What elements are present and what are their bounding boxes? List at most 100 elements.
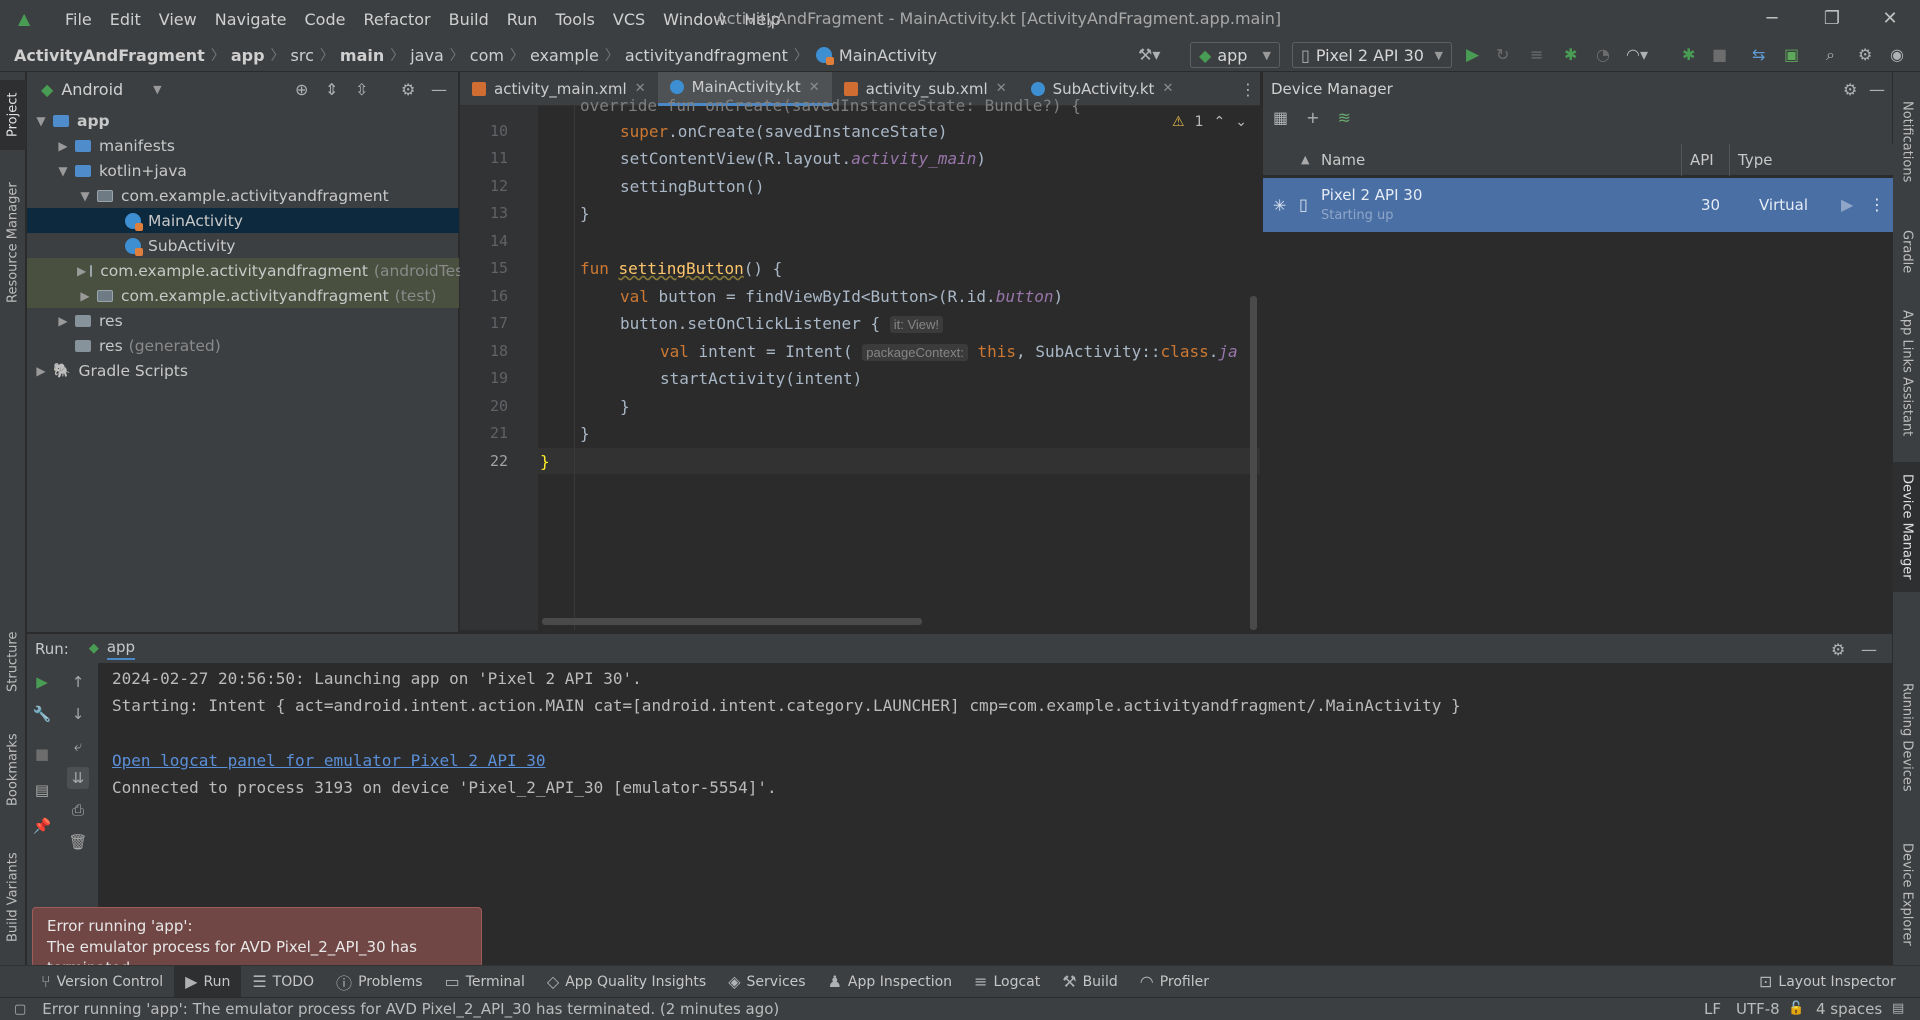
- memory-indicator-icon[interactable]: ▤: [1892, 1001, 1904, 1016]
- menu-view[interactable]: View: [150, 10, 206, 29]
- hide-panel-icon[interactable]: —: [1869, 80, 1885, 99]
- gradle-sync-icon[interactable]: ⇆: [1752, 45, 1765, 64]
- chevron-down-icon[interactable]: ▼: [55, 164, 71, 178]
- tool-tab-device-explorer[interactable]: Device Explorer: [1893, 834, 1920, 954]
- indent-setting[interactable]: 4 spaces: [1816, 1000, 1882, 1018]
- apply-changes-icon[interactable]: ↻: [1496, 45, 1509, 64]
- settings-gear-icon[interactable]: ⚙: [1858, 45, 1872, 64]
- breadcrumb-item[interactable]: example: [530, 46, 599, 65]
- close-tab-icon[interactable]: ✕: [996, 81, 1007, 96]
- attach-debugger-icon[interactable]: ✱: [1682, 45, 1695, 64]
- expand-all-icon[interactable]: ⇕: [325, 80, 338, 99]
- tool-tab-terminal[interactable]: ▭ Terminal: [434, 966, 536, 998]
- breadcrumb-item[interactable]: MainActivity: [839, 46, 937, 65]
- tool-tab-services[interactable]: ◈ Services: [717, 966, 816, 998]
- tool-tab-device-manager[interactable]: Device Manager: [1893, 462, 1920, 592]
- device-groups-icon[interactable]: ▦: [1273, 108, 1288, 127]
- run-tab-app[interactable]: app: [106, 638, 136, 660]
- open-logcat-link[interactable]: Open logcat panel for emulator Pixel 2 A…: [112, 751, 545, 770]
- tool-tab-app-quality-insights[interactable]: ◇ App Quality Insights: [536, 966, 717, 998]
- tool-tab-gradle[interactable]: Gradle: [1893, 212, 1920, 292]
- hide-panel-icon[interactable]: —: [1861, 640, 1877, 659]
- up-icon[interactable]: ↑: [67, 671, 89, 693]
- tree-item-subactivity[interactable]: SubActivity: [27, 233, 459, 258]
- tool-tab-app-inspection[interactable]: ♟ App Inspection: [817, 966, 963, 998]
- tree-item-package-test[interactable]: ▶ com.example.activityandfragment (test): [27, 283, 459, 308]
- search-icon[interactable]: ⌕: [1826, 45, 1835, 65]
- breadcrumb-item[interactable]: com: [470, 46, 504, 65]
- tool-tab-bookmarks[interactable]: Bookmarks: [0, 720, 26, 820]
- tool-tab-profiler[interactable]: ◠ Profiler: [1129, 966, 1220, 998]
- menu-navigate[interactable]: Navigate: [206, 10, 296, 29]
- layout-icon[interactable]: ▤: [31, 779, 53, 801]
- chevron-right-icon[interactable]: ▶: [55, 314, 71, 328]
- tree-item-kotlin-java[interactable]: ▼ kotlin+java: [27, 158, 459, 183]
- stop-icon[interactable]: ■: [31, 743, 53, 765]
- trash-icon[interactable]: 🗑: [67, 831, 89, 853]
- close-window-button[interactable]: ✕: [1862, 0, 1918, 38]
- chevron-down-icon[interactable]: ▼: [77, 189, 93, 203]
- tool-tab-project[interactable]: Project: [0, 80, 26, 150]
- pair-wifi-icon[interactable]: ≋: [1338, 108, 1351, 127]
- line-separator[interactable]: LF: [1704, 1000, 1721, 1018]
- vertical-scrollbar[interactable]: [1250, 296, 1257, 630]
- tool-tab-problems[interactable]: ⓘ Problems: [325, 966, 434, 998]
- tree-item-manifests[interactable]: ▶ manifests: [27, 133, 459, 158]
- tree-item-package[interactable]: ▼ com.example.activityandfragment: [27, 183, 459, 208]
- breadcrumb-item[interactable]: main: [340, 46, 384, 65]
- run-icon[interactable]: ▶: [1466, 45, 1479, 65]
- tool-tab-todo[interactable]: ☰ TODO: [241, 966, 325, 998]
- debug-icon[interactable]: ✱: [1564, 45, 1577, 64]
- breadcrumb-item[interactable]: ActivityAndFragment: [14, 46, 205, 65]
- tree-item-gradle-scripts[interactable]: ▶ 🐘 Gradle Scripts: [27, 358, 459, 383]
- breadcrumb-item[interactable]: src: [291, 46, 314, 65]
- wrench-icon[interactable]: 🔧: [31, 703, 53, 725]
- tree-item-package-androidtest[interactable]: ▶ com.example.activityandfragment (andro…: [27, 258, 475, 283]
- launch-device-icon[interactable]: ▶: [1841, 195, 1853, 214]
- close-tab-icon[interactable]: ✕: [635, 81, 646, 96]
- locate-icon[interactable]: ⊕: [295, 80, 308, 99]
- minimize-button[interactable]: ─: [1744, 0, 1800, 38]
- add-device-icon[interactable]: +: [1306, 108, 1319, 127]
- column-api[interactable]: API: [1681, 143, 1714, 176]
- menu-vcs[interactable]: VCS: [604, 10, 654, 29]
- tool-tab-version-control[interactable]: ⑂ Version Control: [30, 966, 174, 998]
- chevron-right-icon[interactable]: ▶: [77, 289, 93, 303]
- restore-button[interactable]: ❐: [1804, 0, 1860, 38]
- more-actions-icon[interactable]: ⋮: [1869, 195, 1885, 214]
- tool-tab-build-variants[interactable]: Build Variants: [0, 842, 26, 952]
- pin-icon[interactable]: 📌: [31, 815, 53, 837]
- chevron-right-icon[interactable]: ▶: [33, 364, 49, 378]
- menu-build[interactable]: Build: [440, 10, 498, 29]
- tree-item-res-generated[interactable]: res (generated): [27, 333, 459, 358]
- breadcrumb-item[interactable]: java: [410, 46, 444, 65]
- more-tabs-icon[interactable]: ⋮: [1240, 80, 1256, 99]
- chevron-down-icon[interactable]: ▼: [153, 83, 161, 96]
- menu-tools[interactable]: Tools: [546, 10, 603, 29]
- tool-tab-layout-inspector[interactable]: ⊡ Layout Inspector: [1748, 966, 1907, 998]
- scroll-to-end-icon[interactable]: ⇊: [67, 767, 89, 789]
- down-icon[interactable]: ↓: [67, 703, 89, 725]
- menu-file[interactable]: File: [56, 10, 101, 29]
- tool-tab-logcat[interactable]: ≡ Logcat: [963, 966, 1051, 998]
- account-icon[interactable]: ◉: [1890, 45, 1904, 64]
- inspection-widget[interactable]: ⚠ 1 ⌃ ⌄: [1172, 114, 1247, 130]
- collapse-all-icon[interactable]: ⇳: [355, 80, 368, 99]
- chevron-down-icon[interactable]: ▼: [33, 114, 49, 128]
- menu-refactor[interactable]: Refactor: [354, 10, 439, 29]
- options-gear-icon[interactable]: ⚙: [401, 80, 415, 99]
- error-notification-balloon[interactable]: Error running 'app': The emulator proces…: [32, 907, 482, 977]
- tool-tab-notifications[interactable]: Notifications: [1893, 82, 1920, 202]
- profile-icon[interactable]: ◔: [1596, 45, 1610, 64]
- tree-item-res[interactable]: ▶ res: [27, 308, 459, 333]
- file-encoding[interactable]: UTF-8: [1736, 1000, 1780, 1018]
- print-icon[interactable]: ⎙: [67, 799, 89, 821]
- next-highlight-icon[interactable]: ⌄: [1235, 114, 1247, 130]
- previous-highlight-icon[interactable]: ⌃: [1213, 114, 1225, 130]
- close-tab-icon[interactable]: ✕: [809, 80, 820, 95]
- rerun-icon[interactable]: ▶: [31, 671, 53, 693]
- breadcrumb-item[interactable]: activityandfragment: [625, 46, 788, 65]
- device-select[interactable]: ▯ Pixel 2 API 30 ▼: [1292, 42, 1452, 68]
- chevron-right-icon[interactable]: ▶: [77, 264, 86, 278]
- chevron-right-icon[interactable]: ▶: [55, 139, 71, 153]
